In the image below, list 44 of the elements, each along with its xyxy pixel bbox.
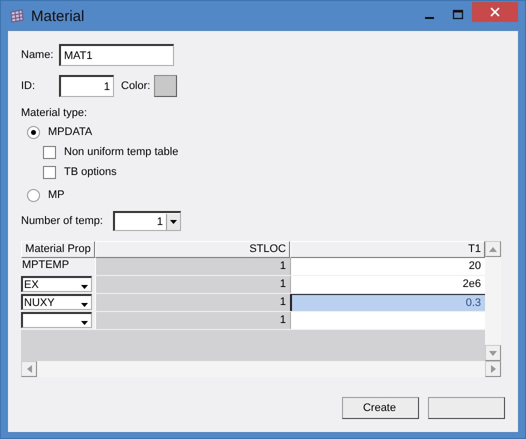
color-button[interactable] [154, 75, 178, 97]
name-field[interactable]: MAT1 [59, 44, 174, 66]
property-dropdown[interactable]: EX [21, 276, 92, 292]
caret-icon [81, 321, 88, 325]
window-title: Material [31, 8, 84, 24]
checkbox-label: Non uniform temp table [64, 146, 178, 158]
blank-button[interactable] [428, 397, 505, 419]
close-button[interactable] [472, 2, 518, 22]
column-header[interactable]: T1 [290, 241, 485, 258]
id-field[interactable]: 1 [59, 75, 114, 97]
color-label: Color: [121, 80, 150, 92]
checkbox-label: TB options [64, 166, 117, 178]
material-type-label: Material type: [21, 107, 88, 119]
caret-icon [170, 220, 177, 224]
checkbox[interactable] [43, 166, 56, 178]
caret-icon [81, 303, 88, 307]
column-header[interactable]: Material Prop [21, 241, 95, 258]
table-cell[interactable]: 2e6 [290, 276, 485, 293]
left-arrow-icon [26, 365, 32, 373]
vertical-scrollbar[interactable] [485, 241, 501, 361]
horizontal-scrollbar[interactable] [21, 361, 501, 377]
number-of-temp-dropdown[interactable]: 1 [113, 211, 181, 231]
down-arrow-icon [489, 350, 497, 356]
right-arrow-icon [490, 365, 496, 373]
number-of-temp-label: Number of temp: [21, 215, 104, 227]
id-label: ID: [21, 80, 36, 92]
name-label: Name: [21, 49, 54, 61]
caret-icon [81, 285, 88, 289]
checkbox[interactable] [43, 146, 56, 158]
radio-button[interactable] [27, 188, 40, 202]
create-button[interactable]: Create [342, 397, 419, 419]
table-cell[interactable]: 0.3 [290, 294, 485, 311]
column-header[interactable]: STLOC [95, 241, 290, 258]
table-cell-text: MPTEMP [21, 258, 70, 273]
table-cell[interactable] [290, 312, 485, 329]
radio-button[interactable] [27, 126, 40, 138]
property-dropdown[interactable]: NUXY [21, 294, 92, 310]
radio-label: MP [48, 189, 64, 201]
radio-label: MPDATA [48, 126, 92, 138]
property-dropdown[interactable] [21, 312, 92, 328]
mesh-icon [9, 8, 25, 24]
close-icon [490, 7, 500, 17]
up-arrow-icon [489, 246, 497, 252]
table-cell[interactable]: 20 [290, 258, 485, 275]
